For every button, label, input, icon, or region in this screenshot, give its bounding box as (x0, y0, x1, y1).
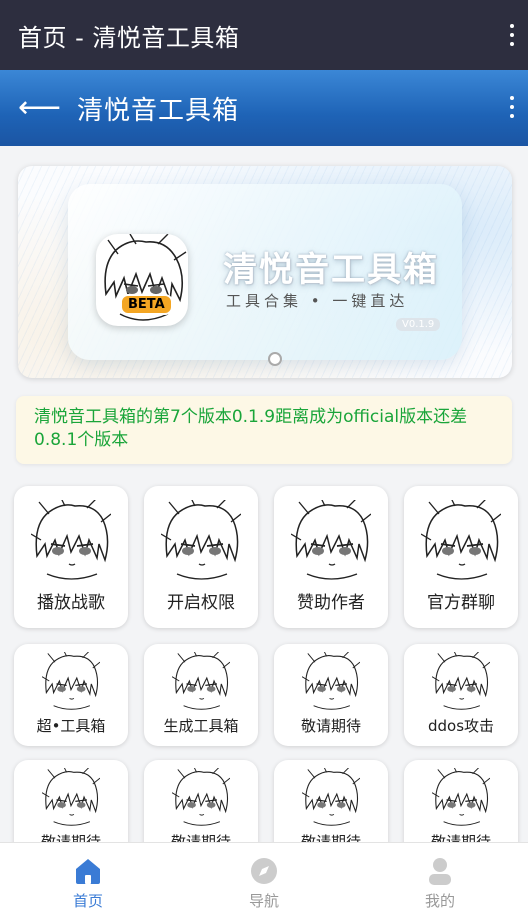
anime-face-icon (171, 766, 231, 830)
tab-label: 首页 (72, 892, 103, 910)
anime-face-icon (30, 497, 112, 584)
tool-tile-ddos[interactable]: ddos攻击 (404, 644, 518, 746)
window-title: 首页 - 清悦音工具箱 (18, 23, 240, 52)
tab-navigation[interactable]: 导航 (176, 843, 352, 918)
tool-label: 官方群聊 (427, 593, 495, 613)
tool-label: 超•工具箱 (36, 717, 106, 735)
tool-label: 敬请期待 (300, 717, 361, 735)
tool-label: 赞助作者 (297, 593, 365, 613)
anime-face-icon (171, 650, 231, 714)
anime-face-icon (41, 650, 101, 714)
tool-tile-coming-soon[interactable]: 敬请期待 (14, 760, 128, 842)
tool-tile-permissions[interactable]: 开启权限 (144, 486, 258, 628)
user-icon (429, 858, 451, 885)
tab-profile[interactable]: 我的 (352, 843, 528, 918)
version-notice: 清悦音工具箱的第7个版本0.1.9距离成为official版本还差0.8.1个版… (16, 396, 512, 464)
tool-tile-generate-toolbox[interactable]: 生成工具箱 (144, 644, 258, 746)
anime-face-icon (301, 650, 361, 714)
app-logo: BETA (96, 234, 188, 326)
anime-face-icon (431, 766, 491, 830)
main-content[interactable]: BETA 清悦音工具箱 工具合集 • 一键直达 V0.1.9 清悦音工具箱的第7… (0, 146, 528, 842)
tool-tile-play-song[interactable]: 播放战歌 (14, 486, 128, 628)
tool-tile-group-chat[interactable]: 官方群聊 (404, 486, 518, 628)
tool-label: 播放战歌 (37, 593, 105, 613)
banner-app-name: 清悦音工具箱 (223, 250, 439, 290)
tool-tile-coming-soon[interactable]: 敬请期待 (274, 760, 388, 842)
tool-label: ddos攻击 (427, 717, 495, 735)
banner-subtitle: 工具合集 • 一键直达 (226, 292, 409, 310)
anime-face-icon (431, 650, 491, 714)
app-bar: ⟵ 清悦音工具箱 (0, 70, 528, 146)
tab-label: 我的 (424, 892, 455, 910)
bottom-tab-bar: 首页 导航 我的 (0, 842, 528, 918)
tool-tile-coming-soon[interactable]: 敬请期待 (274, 644, 388, 746)
tool-label: 生成工具箱 (163, 717, 239, 735)
banner-version: V0.1.9 (396, 318, 441, 331)
beta-badge: BETA (120, 294, 173, 315)
tool-tile-super-toolbox[interactable]: 超•工具箱 (14, 644, 128, 746)
tool-label: 敬请期待 (40, 833, 101, 842)
back-arrow-icon[interactable]: ⟵ (18, 93, 61, 123)
tool-label: 开启权限 (167, 593, 235, 613)
tool-tile-coming-soon[interactable]: 敬请期待 (144, 760, 258, 842)
anime-face-icon (290, 497, 372, 584)
tab-home[interactable]: 首页 (0, 843, 176, 918)
home-icon (76, 859, 100, 884)
carousel-indicator[interactable] (268, 352, 282, 366)
tool-label: 敬请期待 (170, 833, 231, 842)
status-bar: 首页 - 清悦音工具箱 (0, 0, 528, 70)
app-menu-icon[interactable] (510, 96, 514, 118)
anime-face-icon (41, 766, 101, 830)
tool-tile-sponsor[interactable]: 赞助作者 (274, 486, 388, 628)
compass-icon (251, 858, 277, 884)
tool-label: 敬请期待 (430, 833, 491, 842)
tool-label: 敬请期待 (300, 833, 361, 842)
tool-tile-coming-soon[interactable]: 敬请期待 (404, 760, 518, 842)
anime-face-icon (160, 497, 242, 584)
tab-label: 导航 (248, 892, 279, 910)
app-title: 清悦音工具箱 (77, 95, 240, 126)
anime-face-icon (420, 497, 502, 584)
anime-face-icon (301, 766, 361, 830)
more-vert-icon[interactable] (510, 24, 514, 46)
banner-carousel[interactable]: BETA 清悦音工具箱 工具合集 • 一键直达 V0.1.9 (18, 166, 512, 378)
